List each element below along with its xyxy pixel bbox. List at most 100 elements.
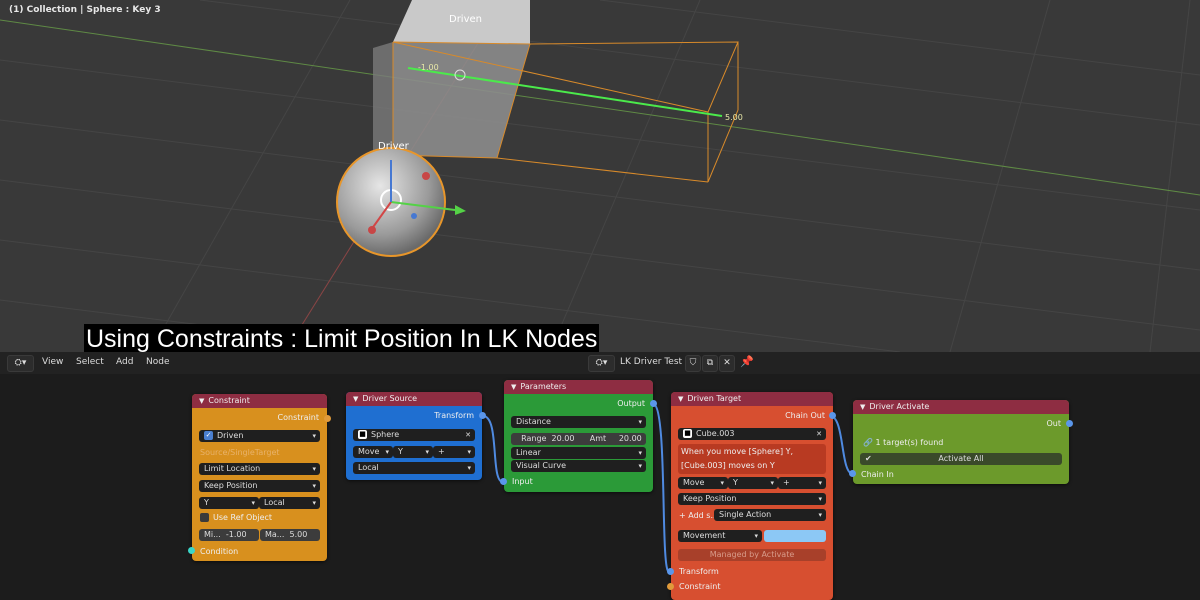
movement-color-swatch[interactable] (764, 530, 826, 542)
driven-target-movement-field[interactable]: Movement ▾ (678, 530, 762, 542)
driven-target-add-select[interactable]: Single Action ▾ (714, 509, 826, 521)
constraint-node[interactable]: ▼ Constraint Constraint ✓ Driven ▾ Source/S… (192, 394, 327, 561)
constraint-condition-label: Condition (200, 547, 239, 556)
driver-activate-output-socket[interactable] (1066, 420, 1073, 427)
driven-target-constraint-label: Constraint (679, 582, 721, 591)
parameters-node[interactable]: ▼ Parameters Output Distance ▾ Range 20.00… (504, 380, 653, 492)
driven-target-transform-label: Transform (679, 567, 719, 576)
node-editor[interactable]: ⛭▾ View Select Add Node ⛭▾ LK Driver Tes… (0, 352, 1200, 600)
parameters-mode-select[interactable]: Distance ▾ (511, 416, 646, 428)
collapse-icon[interactable]: ▼ (511, 383, 516, 391)
driven-target-add-label: + Add s... (679, 511, 719, 520)
driven-target-transform-socket[interactable] (667, 568, 674, 575)
constraint-max-field[interactable]: Ma... 5.00 (260, 529, 320, 541)
driver-source-axis-select[interactable]: Y ▾ (393, 446, 433, 458)
constraint-output-label: Constraint (277, 413, 319, 422)
label-max-value: 5.00 (725, 113, 743, 122)
driver-source-object-field[interactable]: ■ Sphere ✕ (353, 429, 475, 441)
driver-activate-header[interactable]: ▼ Driver Activate (853, 400, 1069, 414)
fake-user-icon[interactable]: ⛉ (685, 355, 701, 372)
label-driver: Driver (378, 141, 409, 152)
driven-target-output-socket[interactable] (829, 412, 836, 419)
parameters-interp-select[interactable]: Linear ▾ (511, 447, 646, 459)
object-icon: ■ (358, 430, 367, 439)
managed-by-activate-button: Managed by Activate (678, 549, 826, 561)
parameters-title: Parameters (520, 382, 567, 391)
parameters-curve-select[interactable]: Visual Curve ▾ (511, 460, 646, 472)
label-min-value: -1.00 (418, 63, 439, 72)
driver-activate-chain-in-label: Chain In (861, 470, 894, 479)
driver-activate-chain-in-socket[interactable] (849, 470, 856, 477)
parameters-header[interactable]: ▼ Parameters (504, 380, 653, 394)
link-icon: 🔗 (863, 438, 873, 447)
driven-target-node[interactable]: ▼ Driven Target Chain Out ■ Cube.003 ✕ When… (671, 392, 833, 600)
constraint-object-field[interactable]: ✓ Driven ▾ (199, 430, 320, 442)
driven-target-object-field[interactable]: ■ Cube.003 ✕ (678, 428, 826, 440)
driver-source-node[interactable]: ▼ Driver Source Transform ■ Sphere ✕ Move ▾ … (346, 392, 482, 480)
collapse-icon[interactable]: ▼ (678, 395, 683, 403)
driver-activate-node[interactable]: ▼ Driver Activate Out 🔗 1 target(s) found… (853, 400, 1069, 484)
constraint-output-socket[interactable] (324, 415, 331, 422)
parameters-input-label: Input (512, 477, 533, 486)
driven-target-description: When you move [Sphere] Y, [Cube.003] mov… (678, 444, 826, 474)
pin-icon[interactable]: 📌 (740, 355, 754, 368)
object-icon: ■ (683, 429, 692, 438)
driver-activate-title: Driver Activate (869, 402, 930, 411)
driver-source-action-select[interactable]: Move ▾ (353, 446, 393, 458)
checkbox-icon: ✓ (204, 431, 213, 440)
collapse-icon[interactable]: ▼ (353, 395, 358, 403)
node-tree-icon: ⛭▾ (595, 358, 608, 368)
viewport-scene (0, 0, 1200, 352)
constraint-condition-socket[interactable] (188, 547, 195, 554)
driver-activate-status: 🔗 1 target(s) found (863, 438, 944, 447)
tree-name[interactable]: LK Driver Test (620, 357, 682, 367)
constraint-node-header[interactable]: ▼ Constraint (192, 394, 327, 408)
node-editor-icon: ⛭▾ (14, 358, 27, 368)
driver-source-sign-select[interactable]: + ▾ (433, 446, 475, 458)
driven-target-sign-select[interactable]: + ▾ (778, 477, 826, 489)
duplicate-icon[interactable]: ⧉ (702, 355, 718, 372)
constraint-type-select[interactable]: Limit Location ▾ (199, 463, 320, 475)
constraint-min-field[interactable]: Mi... -1.00 (199, 529, 259, 541)
driver-activate-output-label: Out (1046, 419, 1061, 428)
activate-all-button[interactable]: ✔ Activate All (860, 453, 1062, 465)
check-icon: ✔ (865, 454, 872, 463)
node-editor-header: ⛭▾ View Select Add Node ⛭▾ LK Driver Tes… (0, 352, 1200, 374)
driven-target-mode-select[interactable]: Keep Position ▾ (678, 493, 826, 505)
parameters-output-socket[interactable] (650, 400, 657, 407)
video-caption: Using Constraints : Limit Position In LK… (84, 324, 600, 354)
constraint-mode-select[interactable]: Keep Position ▾ (199, 480, 320, 492)
tree-type-button[interactable]: ⛭▾ (588, 355, 615, 372)
driver-source-title: Driver Source (362, 394, 418, 403)
parameters-output-label: Output (617, 399, 645, 408)
close-icon[interactable]: ✕ (719, 355, 735, 372)
constraint-space-select[interactable]: Local ▾ (259, 497, 320, 509)
menu-node[interactable]: Node (146, 357, 170, 367)
3d-viewport[interactable]: (1) Collection | Sphere : Key 3 Driven D… (0, 0, 1200, 352)
constraint-node-title: Constraint (208, 396, 250, 405)
driver-source-header[interactable]: ▼ Driver Source (346, 392, 482, 406)
viewport-title: (1) Collection | Sphere : Key 3 (9, 5, 161, 15)
driver-source-output-socket[interactable] (479, 412, 486, 419)
driven-target-header[interactable]: ▼ Driven Target (671, 392, 833, 406)
driven-target-action-select[interactable]: Move ▾ (678, 477, 728, 489)
driver-source-space-select[interactable]: Local ▾ (353, 462, 475, 474)
collapse-icon[interactable]: ▼ (199, 397, 204, 405)
label-driven: Driven (449, 14, 482, 25)
menu-select[interactable]: Select (76, 357, 104, 367)
collapse-icon[interactable]: ▼ (860, 403, 865, 411)
driven-target-axis-select[interactable]: Y ▾ (728, 477, 778, 489)
menu-add[interactable]: Add (116, 357, 133, 367)
driven-target-constraint-socket[interactable] (667, 583, 674, 590)
constraint-hint: Source/SingleTarget (200, 448, 280, 457)
driven-target-output-label: Chain Out (785, 411, 825, 420)
driven-target-title: Driven Target (687, 394, 742, 403)
parameters-range-field[interactable]: Range 20.00 Amt 20.00 (511, 433, 646, 445)
checkbox-icon (200, 513, 209, 522)
use-ref-checkbox[interactable]: Use Ref Object (200, 513, 272, 522)
editor-type-button[interactable]: ⛭▾ (7, 355, 34, 372)
menu-view[interactable]: View (42, 357, 63, 367)
parameters-input-socket[interactable] (500, 478, 507, 485)
constraint-axis-select[interactable]: Y ▾ (199, 497, 259, 509)
driver-source-output-label: Transform (434, 411, 474, 420)
